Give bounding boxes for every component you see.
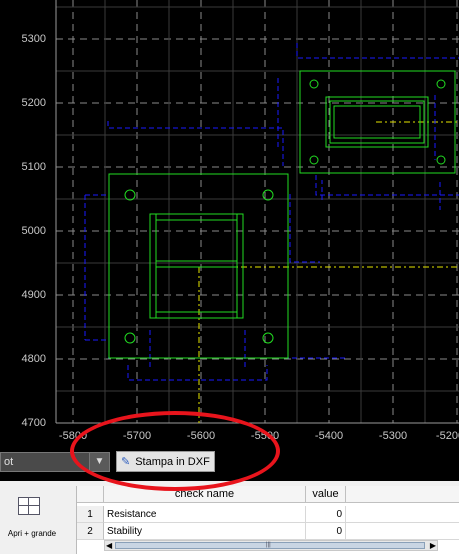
axis-frame — [55, 0, 459, 424]
open-larger-button[interactable]: Apri + grande — [0, 481, 64, 554]
table-cell-value[interactable]: 0 — [306, 506, 346, 523]
print-dxf-button[interactable]: ✎ Stampa in DXF — [116, 451, 215, 472]
y-tick-label: 5100 — [21, 161, 46, 173]
left-plate — [108, 173, 289, 359]
x-tick-label: -5600 — [186, 430, 216, 442]
table-cell-value[interactable]: 0 — [306, 523, 346, 540]
y-tick-label: 4800 — [21, 353, 46, 365]
table-cell-empty — [346, 523, 459, 540]
y-tick-label: 5000 — [21, 225, 46, 237]
x-tick-label: -5400 — [314, 430, 344, 442]
y-tick-label: 4900 — [21, 289, 46, 301]
print-dxf-label: Stampa in DXF — [135, 455, 210, 468]
open-larger-label: Apri + grande — [7, 529, 57, 538]
row-header-corner — [77, 486, 104, 503]
scrollbar-thumb[interactable]: ||| — [115, 542, 425, 549]
chevron-down-icon[interactable]: ▼ — [89, 453, 109, 471]
table-cell-check-name[interactable]: Stability — [104, 523, 306, 540]
column-header-value[interactable]: value — [306, 486, 346, 503]
table-grid-icon — [18, 497, 40, 515]
x-tick-label: -5800 — [58, 430, 88, 442]
table-cell-empty — [346, 506, 459, 523]
table-cell-check-name[interactable]: Resistance — [104, 506, 306, 523]
scroll-left-icon[interactable]: ◀ — [106, 541, 112, 550]
minor-grid — [56, 0, 459, 423]
horizontal-scrollbar[interactable]: ◀ ||| ▶ — [104, 540, 438, 551]
column-header-check-name[interactable]: check name — [104, 486, 306, 503]
drawing-canvas — [55, 0, 459, 424]
x-tick-label: -5300 — [378, 430, 408, 442]
y-tick-label: 5200 — [21, 97, 46, 109]
x-tick-label: -5500 — [250, 430, 280, 442]
plot-area[interactable]: 5300 5200 5100 5000 4900 4800 4700 -5800… — [0, 0, 459, 443]
y-tick-label: 5300 — [21, 33, 46, 45]
y-tick-label: 4700 — [21, 417, 46, 429]
grip-icon: ||| — [266, 542, 271, 548]
dimension-lines — [84, 43, 459, 381]
dropdown-value: ot — [4, 456, 14, 468]
x-tick-label: -5700 — [122, 430, 152, 442]
pencil-icon: ✎ — [121, 456, 131, 468]
scroll-right-icon[interactable]: ▶ — [430, 541, 436, 550]
x-tick-label: -5200 — [435, 430, 459, 442]
plot-type-dropdown[interactable]: ot ▼ — [0, 452, 110, 472]
column-header-empty — [346, 486, 459, 503]
row-number[interactable]: 2 — [77, 523, 104, 540]
row-number[interactable]: 1 — [77, 506, 104, 523]
major-grid — [56, 0, 459, 423]
